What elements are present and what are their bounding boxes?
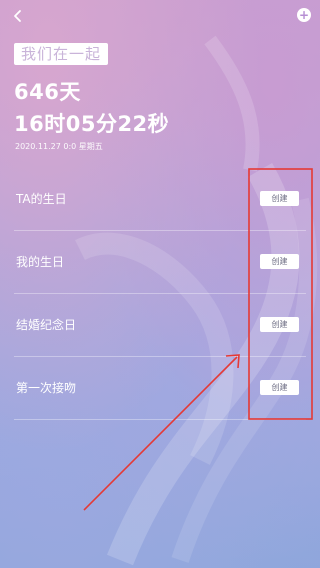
plus-circle-icon: + [298, 8, 310, 22]
list-item: 我的生日 创建 [14, 231, 306, 294]
days-count: 646天 [14, 80, 81, 104]
list-item: 第一次接吻 创建 [14, 357, 306, 420]
list-item: 结婚纪念日 创建 [14, 294, 306, 357]
back-button[interactable] [8, 6, 28, 26]
add-button[interactable]: + [297, 8, 311, 22]
anniversary-title: 我们在一起 [14, 43, 109, 65]
create-button[interactable]: 创建 [260, 317, 299, 332]
time-count: 16时05分22秒 [14, 112, 170, 136]
start-date: 2020.11.27 0:0 星期五 [15, 142, 103, 151]
event-label: TA的生日 [16, 192, 67, 206]
top-bar: + [0, 0, 320, 34]
event-label: 第一次接吻 [16, 381, 77, 395]
chevron-left-icon [14, 10, 21, 22]
event-label: 结婚纪念日 [16, 318, 77, 332]
create-button[interactable]: 创建 [260, 380, 299, 395]
create-button[interactable]: 创建 [260, 254, 299, 269]
create-button[interactable]: 创建 [260, 191, 299, 206]
event-label: 我的生日 [16, 255, 65, 269]
list-item: TA的生日 创建 [14, 168, 306, 231]
